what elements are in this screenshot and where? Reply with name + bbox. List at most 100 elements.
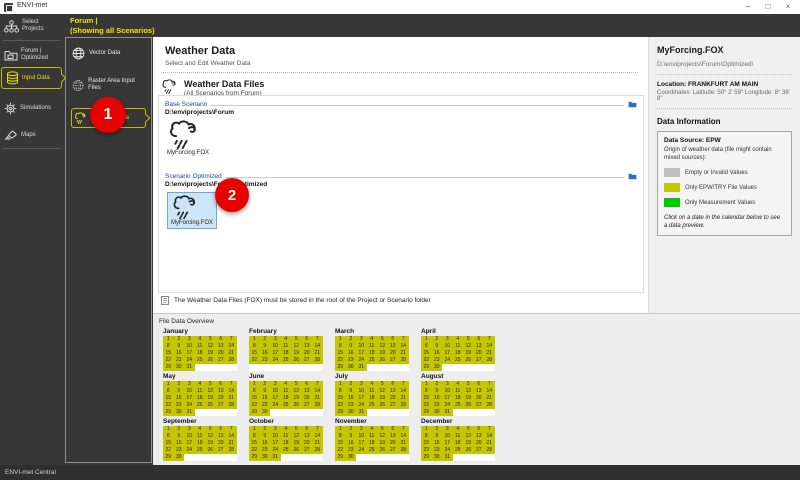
calendar-day[interactable]: 9 [431,433,442,440]
calendar-day[interactable]: 26 [205,357,216,364]
calendar-day[interactable]: 10 [442,433,453,440]
submenu-item-vector-data[interactable]: Vector Data [71,45,146,62]
calendar-day[interactable]: 1 [249,426,260,433]
calendar-day[interactable]: 28 [312,357,323,364]
calendar-day[interactable]: 2 [345,336,356,343]
open-folder-action-icon[interactable] [628,100,637,108]
calendar-day[interactable]: 4 [280,381,291,388]
calendar-day[interactable]: 21 [398,440,409,447]
calendar-day[interactable]: 5 [291,381,302,388]
calendar-day[interactable]: 16 [173,395,184,402]
calendar-day[interactable]: 1 [335,426,346,433]
calendar-day[interactable]: 15 [335,350,346,357]
calendar-day[interactable]: 11 [452,388,463,395]
calendar-day[interactable]: 6 [215,381,226,388]
calendar-day[interactable]: 23 [173,447,184,454]
calendar-day[interactable]: 14 [398,343,409,350]
calendar-day[interactable]: 13 [387,433,398,440]
calendar-day[interactable]: 6 [387,381,398,388]
calendar-day[interactable]: 18 [366,350,377,357]
calendar-day[interactable]: 1 [335,336,346,343]
calendar-day[interactable]: 3 [184,381,195,388]
sidebar-item-maps[interactable]: Maps [0,126,63,144]
calendar-day[interactable]: 24 [442,357,453,364]
calendar-day[interactable]: 27 [473,402,484,409]
calendar-day[interactable]: 31 [356,364,367,371]
calendar-day[interactable]: 22 [335,447,346,454]
calendar-day[interactable]: 14 [226,343,237,350]
calendar-day[interactable]: 1 [249,381,260,388]
calendar-day[interactable]: 17 [356,395,367,402]
calendar-day[interactable]: 29 [249,409,260,416]
calendar-day[interactable]: 9 [431,343,442,350]
calendar-day[interactable]: 13 [473,343,484,350]
calendar-day[interactable]: 23 [173,402,184,409]
calendar-day[interactable]: 7 [312,426,323,433]
calendar-day[interactable]: 2 [259,426,270,433]
calendar-day[interactable]: 17 [356,440,367,447]
calendar-day[interactable]: 31 [442,409,453,416]
calendar-day[interactable]: 21 [398,395,409,402]
calendar-day[interactable]: 26 [291,447,302,454]
calendar-day[interactable]: 16 [173,350,184,357]
calendar-day[interactable]: 25 [194,447,205,454]
calendar-day[interactable]: 1 [421,426,432,433]
calendar-day[interactable]: 28 [484,447,495,454]
calendar-day[interactable]: 6 [301,426,312,433]
calendar-day[interactable]: 13 [301,343,312,350]
calendar-day[interactable]: 24 [356,357,367,364]
calendar-day[interactable]: 27 [215,357,226,364]
calendar-day[interactable]: 13 [473,433,484,440]
calendar-day[interactable]: 24 [356,447,367,454]
calendar-day[interactable]: 2 [345,426,356,433]
calendar-day[interactable]: 30 [431,454,442,461]
calendar-day[interactable]: 10 [356,388,367,395]
calendar-day[interactable]: 16 [345,350,356,357]
calendar-day[interactable]: 8 [421,343,432,350]
calendar-day[interactable]: 11 [366,343,377,350]
calendar-day[interactable]: 21 [484,440,495,447]
calendar-day[interactable]: 23 [431,357,442,364]
calendar-day[interactable]: 10 [442,388,453,395]
calendar-day[interactable]: 9 [173,388,184,395]
calendar-day[interactable]: 7 [312,381,323,388]
calendar-day[interactable]: 18 [194,440,205,447]
calendar-day[interactable]: 11 [452,343,463,350]
calendar-day[interactable]: 17 [356,350,367,357]
calendar-day[interactable]: 3 [184,336,195,343]
calendar-day[interactable]: 8 [163,343,174,350]
calendar-day[interactable]: 12 [205,343,216,350]
calendar-day[interactable]: 19 [377,395,388,402]
calendar-day[interactable]: 2 [431,426,442,433]
calendar-day[interactable]: 23 [345,402,356,409]
calendar-day[interactable]: 27 [387,447,398,454]
calendar-day[interactable]: 29 [421,454,432,461]
calendar-day[interactable]: 12 [291,388,302,395]
calendar-day[interactable]: 14 [484,343,495,350]
calendar-day[interactable]: 7 [226,336,237,343]
calendar-day[interactable]: 12 [205,433,216,440]
calendar-day[interactable]: 10 [184,343,195,350]
calendar-day[interactable]: 18 [366,395,377,402]
calendar-day[interactable]: 16 [431,395,442,402]
calendar-day[interactable]: 21 [312,440,323,447]
calendar-day[interactable]: 1 [421,336,432,343]
calendar-day[interactable]: 25 [280,447,291,454]
calendar-day[interactable]: 11 [452,433,463,440]
calendar-day[interactable]: 30 [431,409,442,416]
calendar-day[interactable]: 20 [387,395,398,402]
calendar-day[interactable]: 22 [421,357,432,364]
calendar-day[interactable]: 17 [270,395,281,402]
calendar-day[interactable]: 25 [452,447,463,454]
calendar-day[interactable]: 15 [249,395,260,402]
calendar-day[interactable]: 8 [249,343,260,350]
calendar-day[interactable]: 10 [270,343,281,350]
minimize-button[interactable]: – [738,0,758,14]
calendar-day[interactable]: 8 [335,388,346,395]
calendar-day[interactable]: 22 [163,447,174,454]
calendar-day[interactable]: 22 [421,402,432,409]
calendar-day[interactable]: 5 [377,381,388,388]
calendar-day[interactable]: 29 [163,454,174,461]
calendar-day[interactable]: 1 [249,336,260,343]
calendar-day[interactable]: 19 [205,395,216,402]
